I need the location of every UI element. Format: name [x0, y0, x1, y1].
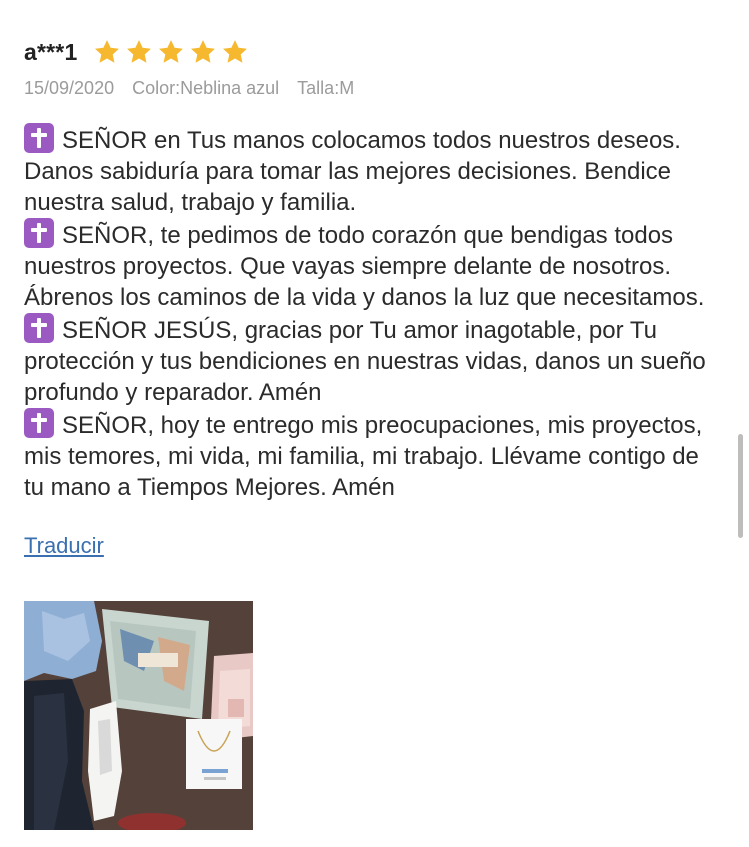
latin-cross-icon [24, 408, 54, 438]
paragraph-text: SEÑOR, te pedimos de todo corazón que be… [24, 222, 705, 311]
star-icon [223, 40, 248, 63]
review-card: a***1 15/09/2020 Color:Neblina azul Tall… [24, 36, 724, 559]
review-paragraph: SEÑOR, te pedimos de todo corazón que be… [24, 218, 724, 313]
paragraph-text: SEÑOR en Tus manos colocamos todos nuest… [24, 127, 681, 216]
star-icon [95, 40, 120, 63]
latin-cross-icon [24, 123, 54, 153]
latin-cross-icon [24, 313, 54, 343]
review-date: 15/09/2020 [24, 78, 115, 98]
star-icon [191, 40, 216, 63]
review-paragraph: SEÑOR JESÚS, gracias por Tu amor inagota… [24, 313, 724, 408]
scrollbar[interactable] [738, 434, 743, 538]
latin-cross-icon [24, 218, 54, 248]
star-icon [159, 40, 184, 63]
review-text: SEÑOR en Tus manos colocamos todos nuest… [24, 123, 724, 503]
review-photo[interactable] [24, 601, 253, 830]
star-icon [127, 40, 152, 63]
review-color: Color:Neblina azul [132, 78, 280, 98]
review-header: a***1 [24, 36, 724, 68]
paragraph-text: SEÑOR JESÚS, gracias por Tu amor inagota… [24, 317, 706, 406]
review-size: Talla:M [297, 78, 355, 98]
reviewer-username: a***1 [24, 38, 78, 65]
review-paragraph: SEÑOR en Tus manos colocamos todos nuest… [24, 123, 724, 218]
review-meta: 15/09/2020 Color:Neblina azul Talla:M [24, 78, 724, 99]
star-rating [93, 38, 249, 66]
translate-link[interactable]: Traducir [24, 533, 104, 559]
review-paragraph: SEÑOR, hoy te entrego mis preocupaciones… [24, 408, 724, 503]
paragraph-text: SEÑOR, hoy te entrego mis preocupaciones… [24, 412, 703, 501]
photo-illustration [24, 601, 253, 830]
